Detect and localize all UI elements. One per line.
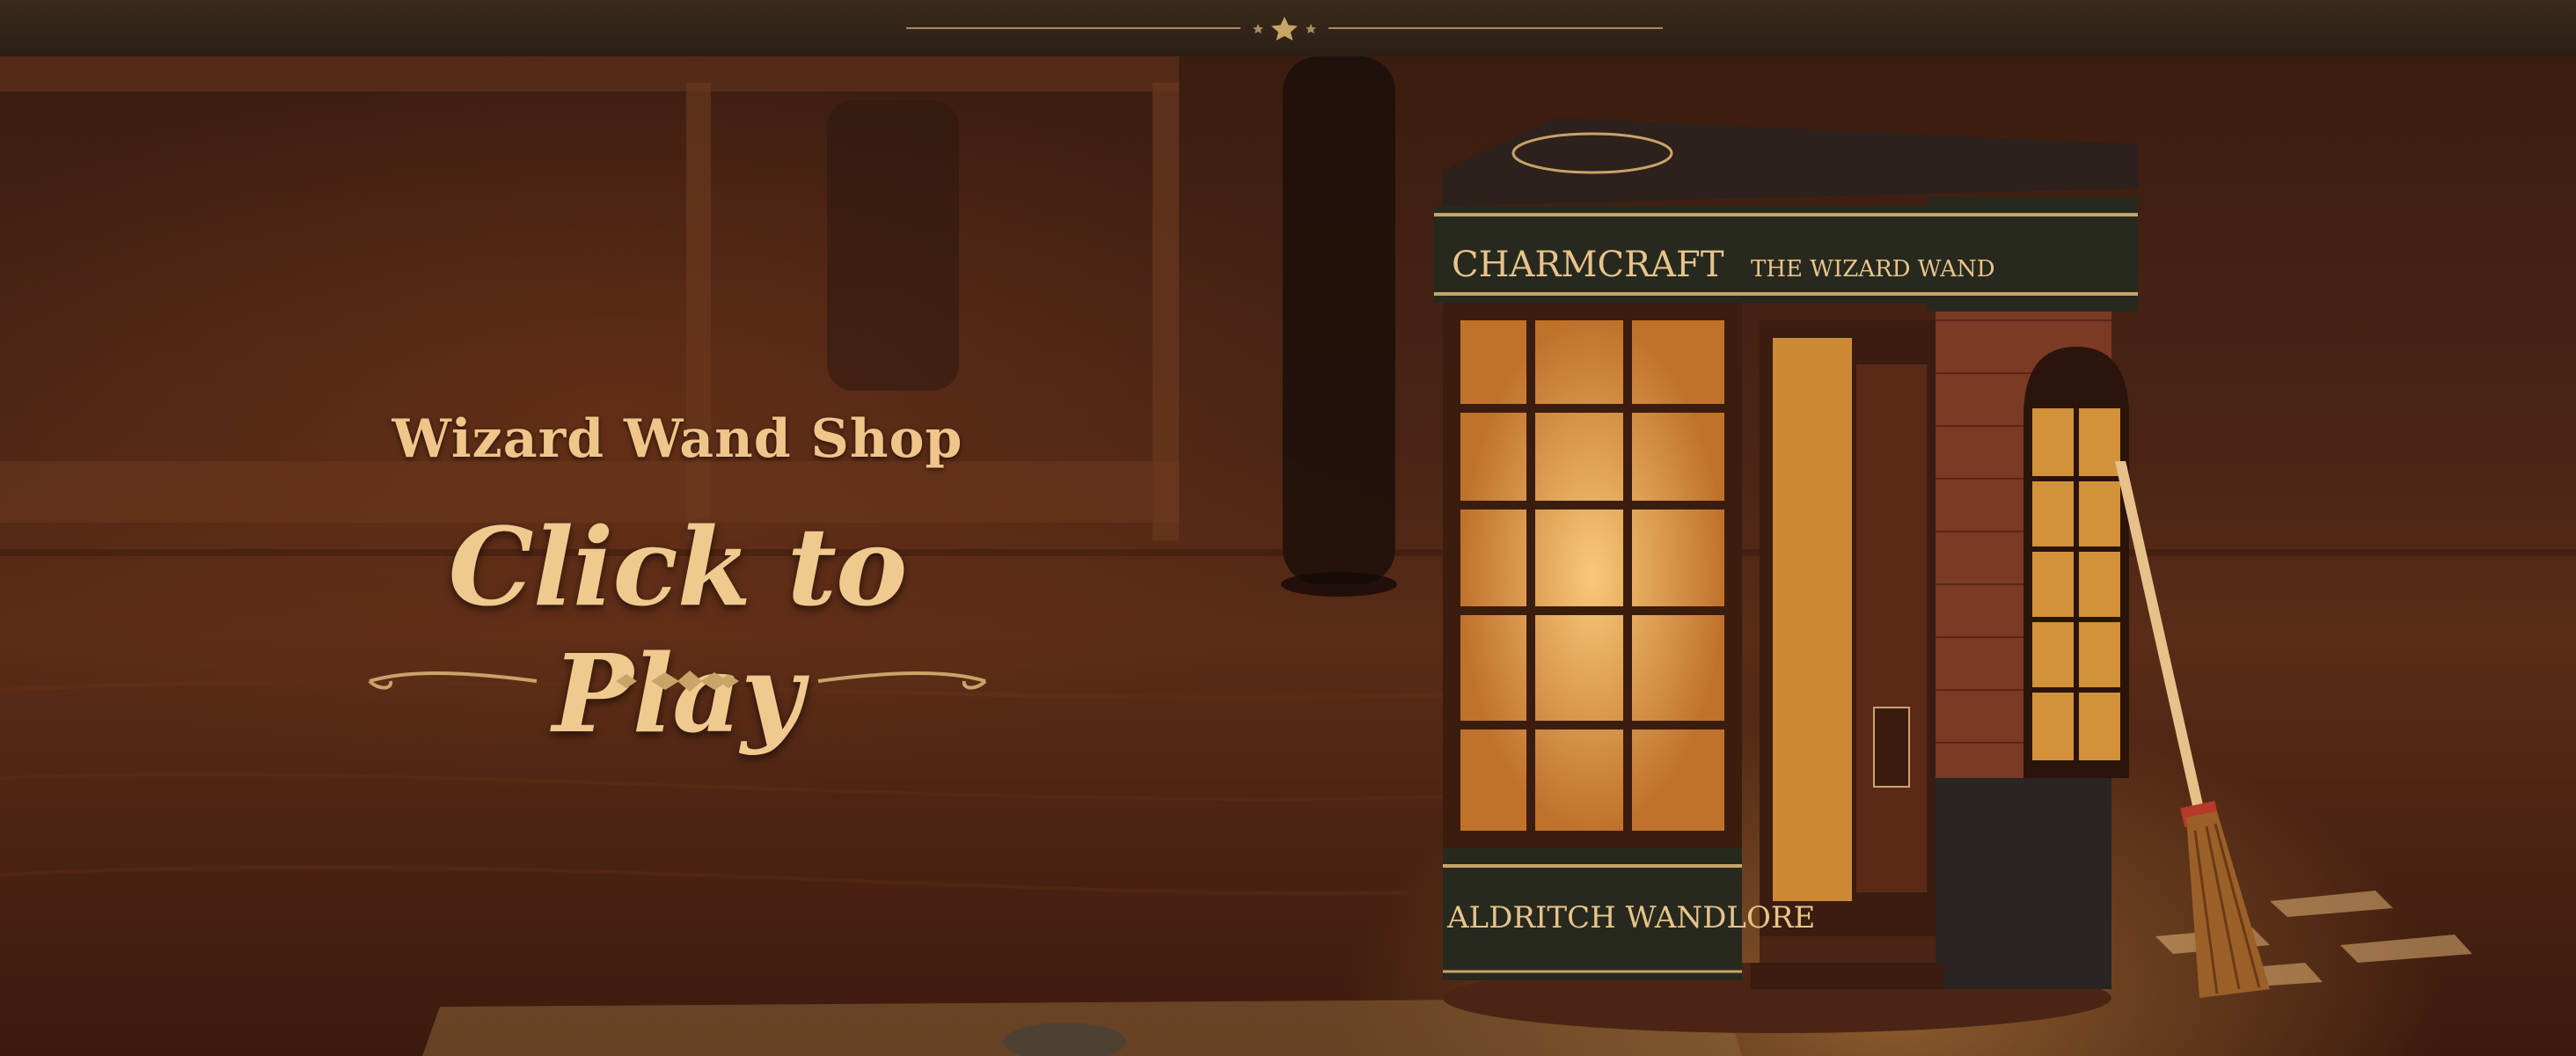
star-icon: [1271, 17, 1298, 40]
sign-charmcraft: CHARMCRAFT: [1452, 245, 1724, 285]
small-star-icon: [1253, 24, 1263, 33]
top-star-ornament: [906, 17, 1663, 40]
wizard-shop-diorama: CHARMCRAFT THE WIZARD WAND ALDRITCH WAND…: [1434, 118, 2138, 1033]
click-to-play-button[interactable]: Click to Play: [334, 503, 1021, 757]
small-star-icon: [1306, 24, 1316, 33]
sign-wizard-wand: THE WIZARD WAND: [1751, 256, 1995, 282]
sign-wandlore: ALDRITCH WANDLORE: [1446, 900, 1815, 935]
hero-subtitle: Wizard Wand Shop: [392, 408, 963, 470]
ornamental-divider-icon: [368, 671, 987, 692]
broom-icon: [2115, 461, 2270, 998]
hero-banner[interactable]: Wizard Wand Shop Click to Play CHARMCRAF…: [0, 56, 2576, 1056]
headline-block: Wizard Wand Shop Click to Play: [334, 408, 1021, 757]
top-banner-bar: [0, 0, 2576, 57]
